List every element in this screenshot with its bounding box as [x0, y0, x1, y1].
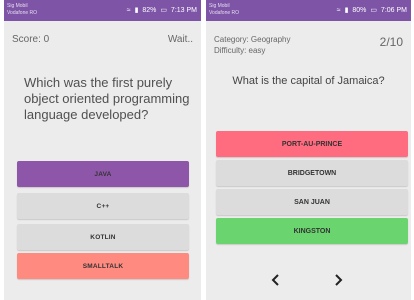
answer-button-2[interactable]: C++: [17, 193, 189, 219]
signal-icon: ▮: [344, 7, 349, 14]
category-info: Category: Geography Difficulty: easy: [214, 34, 291, 56]
answer-label: PORT-AU-PRINCE: [281, 140, 343, 148]
clock: 7:06 PM: [380, 7, 407, 14]
wait-status: Wait..: [167, 34, 193, 45]
battery-icon: ▭: [370, 7, 377, 14]
previous-button[interactable]: [264, 268, 288, 292]
answer-label: SAN JUAN: [294, 198, 330, 206]
answer-button-3[interactable]: SAN JUAN: [216, 189, 408, 215]
answer-label: JAVA: [94, 170, 112, 178]
signal-icon: ▮: [134, 7, 139, 14]
carrier-label: Sig Mobil Vodafone RO: [209, 3, 240, 16]
next-button[interactable]: [326, 268, 350, 292]
answer-button-1[interactable]: JAVA: [17, 161, 189, 187]
difficulty-label: Difficulty: easy: [214, 46, 266, 55]
battery-percent: 80%: [352, 7, 367, 14]
carrier-label: Sig Mobil Vodafone RO: [7, 3, 38, 16]
answer-label: KINGSTON: [293, 227, 331, 235]
question-progress: 2/10: [379, 35, 403, 49]
chevron-right-icon: [335, 274, 343, 286]
answer-label: SMALLTALK: [82, 262, 124, 270]
score-label: Score: 0: [12, 34, 50, 45]
answer-label: C++: [96, 202, 110, 210]
answer-label: BRIDGETOWN: [287, 169, 337, 177]
battery-icon: ▭: [160, 7, 167, 14]
answer-button-2[interactable]: BRIDGETOWN: [216, 160, 408, 186]
answer-button-4[interactable]: KINGSTON: [216, 218, 408, 244]
wifi-icon: ≈: [336, 7, 341, 14]
wifi-icon: ≈: [126, 7, 131, 14]
battery-percent: 82%: [142, 7, 157, 14]
status-bar: Sig Mobil Vodafone RO ≈ ▮ 80% ▭ 7:06 PM: [206, 0, 411, 21]
question-text: Which was the first purely object orient…: [24, 75, 190, 122]
answer-label: KOTLIN: [90, 233, 116, 241]
quiz-screen-left: Sig Mobil Vodafone RO ≈ ▮ 82% ▭ 7:13 PM …: [4, 0, 201, 300]
clock: 7:13 PM: [170, 7, 197, 14]
answer-button-4[interactable]: SMALLTALK: [17, 253, 189, 279]
question-text: What is the capital of Jamaica?: [232, 75, 385, 87]
category-label: Category: Geography: [214, 35, 291, 44]
status-bar: Sig Mobil Vodafone RO ≈ ▮ 82% ▭ 7:13 PM: [4, 0, 201, 21]
answer-button-3[interactable]: KOTLIN: [17, 224, 189, 250]
quiz-screen-right: Sig Mobil Vodafone RO ≈ ▮ 80% ▭ 7:06 PM …: [206, 0, 411, 300]
chevron-left-icon: [271, 274, 279, 286]
answer-button-1[interactable]: PORT-AU-PRINCE: [216, 131, 408, 157]
